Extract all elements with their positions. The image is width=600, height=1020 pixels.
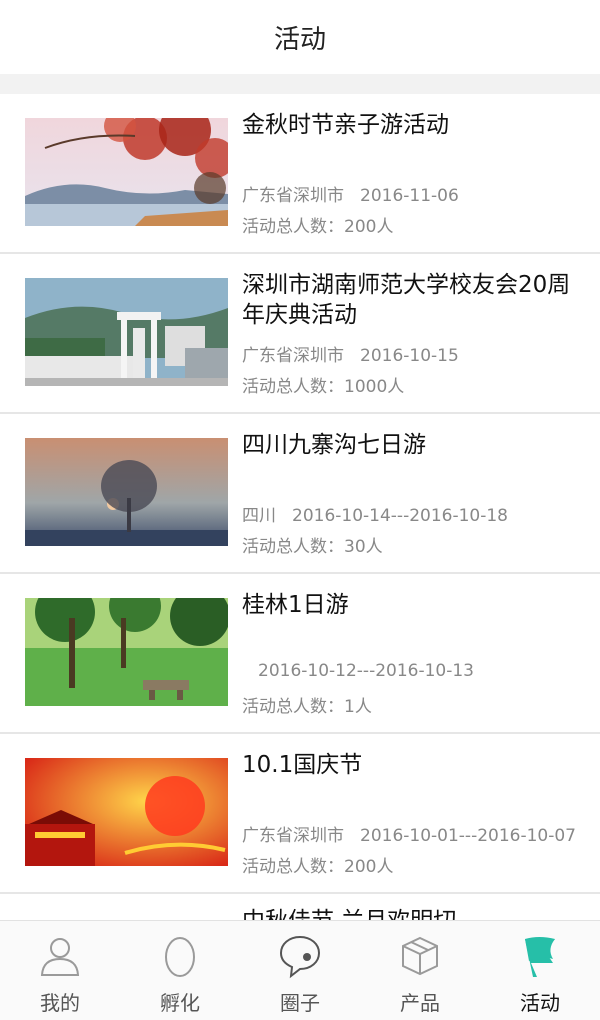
box-icon	[402, 936, 438, 976]
activity-item[interactable]: 中秋佳节 兰月欢明切	[0, 894, 600, 920]
tab-product[interactable]: 产品	[360, 921, 480, 1020]
activity-location: 广东省深圳市	[242, 826, 344, 846]
activity-list[interactable]: 金秋时节亲子游活动 广东省深圳市 2016-11-06 活动总人数：200人 深圳…	[0, 94, 600, 920]
activity-date: 2016-10-15	[360, 346, 459, 366]
activity-location: 广东省深圳市	[242, 186, 344, 206]
activity-count: 活动总人数：30人	[242, 537, 383, 557]
flag-icon	[525, 937, 555, 977]
activity-item[interactable]: 深圳市湖南师范大学校友会20周年庆典活动 广东省深圳市 2016-10-15 活动…	[0, 254, 600, 414]
activity-meta: 广东省深圳市 2016-11-06	[242, 181, 459, 206]
activity-item[interactable]: 桂林1日游 2016-10-12---2016-10-13 活动总人数：1人	[0, 574, 600, 734]
activity-title: 金秋时节亲子游活动	[242, 112, 449, 138]
activity-meta: 广东省深圳市 2016-10-15	[242, 341, 459, 366]
activity-date: 2016-10-01---2016-10-07	[360, 826, 576, 846]
activity-location: 广东省深圳市	[242, 346, 344, 366]
activity-count: 活动总人数：200人	[242, 217, 394, 237]
tab-label: 孵化	[160, 991, 200, 1015]
tab-incubate[interactable]: 孵化	[120, 921, 240, 1020]
activity-thumbnail	[25, 758, 228, 866]
activity-item[interactable]: 金秋时节亲子游活动 广东省深圳市 2016-11-06 活动总人数：200人	[0, 94, 600, 254]
activity-thumbnail	[25, 438, 228, 546]
activity-title: 四川九寨沟七日游	[242, 432, 426, 458]
bottom-tab-bar: 我的 孵化 圈子 产品 活动	[0, 920, 600, 1020]
activity-count: 活动总人数：200人	[242, 857, 394, 877]
activity-title: 桂林1日游	[242, 592, 349, 618]
egg-icon	[165, 937, 195, 977]
tab-label: 圈子	[280, 991, 320, 1015]
person-icon	[40, 938, 80, 976]
activity-location: 四川	[242, 506, 276, 526]
activity-thumbnail	[25, 118, 228, 226]
tab-label: 产品	[400, 991, 440, 1015]
activity-thumbnail	[25, 598, 228, 706]
activity-meta: 广东省深圳市 2016-10-01---2016-10-07	[242, 821, 576, 846]
activity-date: 2016-11-06	[360, 186, 459, 206]
chat-bubble-icon	[279, 935, 321, 979]
activity-title: 10.1国庆节	[242, 752, 363, 778]
header-bar: 活动	[0, 0, 600, 74]
activity-date: 2016-10-12---2016-10-13	[258, 661, 474, 681]
activity-meta: 2016-10-12---2016-10-13	[242, 661, 474, 681]
tab-activity[interactable]: 活动	[480, 921, 600, 1020]
activity-date: 2016-10-14---2016-10-18	[292, 506, 508, 526]
header-divider	[0, 74, 600, 94]
tab-circle[interactable]: 圈子	[240, 921, 360, 1020]
activity-thumbnail	[25, 278, 228, 386]
activity-count: 活动总人数：1000人	[242, 377, 405, 397]
activity-item[interactable]: 四川九寨沟七日游 四川 2016-10-14---2016-10-18 活动总人数…	[0, 414, 600, 574]
tab-label: 活动	[520, 991, 560, 1015]
tab-mine[interactable]: 我的	[0, 921, 120, 1020]
activity-title: 中秋佳节 兰月欢明切	[242, 906, 582, 920]
activity-count: 活动总人数：1人	[242, 697, 372, 717]
page-title: 活动	[273, 24, 326, 55]
tab-label: 我的	[40, 991, 80, 1015]
activity-meta: 四川 2016-10-14---2016-10-18	[242, 501, 508, 526]
activity-title: 深圳市湖南师范大学校友会20周年庆典活动	[242, 272, 571, 328]
activity-item[interactable]: 10.1国庆节 广东省深圳市 2016-10-01---2016-10-07 活动…	[0, 734, 600, 894]
